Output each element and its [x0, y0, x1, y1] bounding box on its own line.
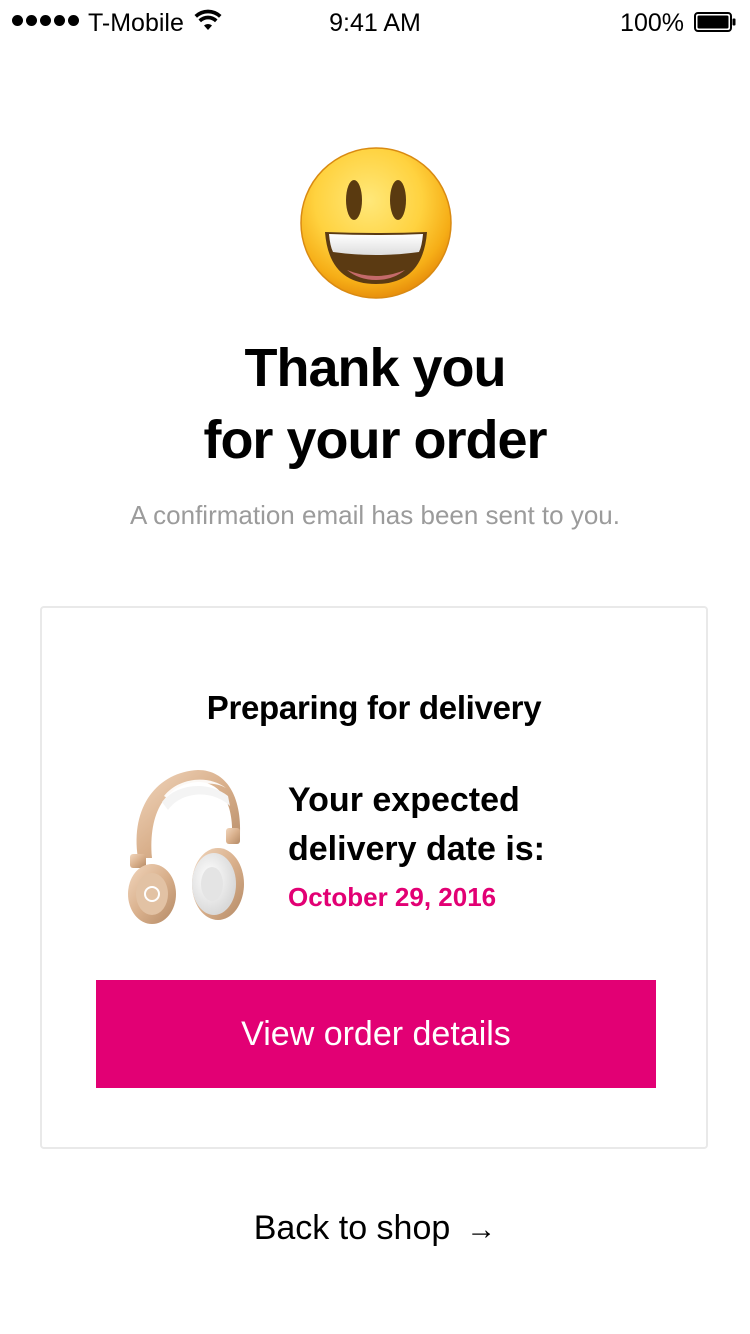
page-title: Thank you for your order — [0, 332, 750, 476]
confirmation-subtitle: A confirmation email has been sent to yo… — [130, 500, 620, 530]
delivery-date: October 29, 2016 — [288, 882, 497, 912]
delivery-label-line-2: delivery date is: — [288, 830, 546, 868]
card-title: Preparing for delivery — [206, 689, 542, 726]
back-to-shop-label: Back to shop — [253, 1209, 451, 1247]
battery-percent: 100% — [620, 9, 684, 37]
smiling-face-icon — [300, 147, 452, 299]
status-bar: T-Mobile 9:41 AM 100% — [0, 0, 750, 44]
view-order-details-button[interactable]: View order details — [96, 980, 656, 1088]
title-line-2: for your order — [203, 410, 547, 470]
headphones-icon — [128, 770, 244, 924]
title-line-1: Thank you — [244, 338, 506, 398]
battery-icon — [694, 12, 736, 32]
delivery-label: Your expected delivery date is: — [288, 776, 648, 874]
delivery-card: Preparing for delivery Your expected del… — [40, 606, 708, 1149]
back-to-shop-link[interactable]: Back to shop → — [0, 1206, 750, 1252]
delivery-label-line-1: Your expected — [288, 781, 520, 819]
arrow-right-icon: → — [466, 1213, 497, 1246]
